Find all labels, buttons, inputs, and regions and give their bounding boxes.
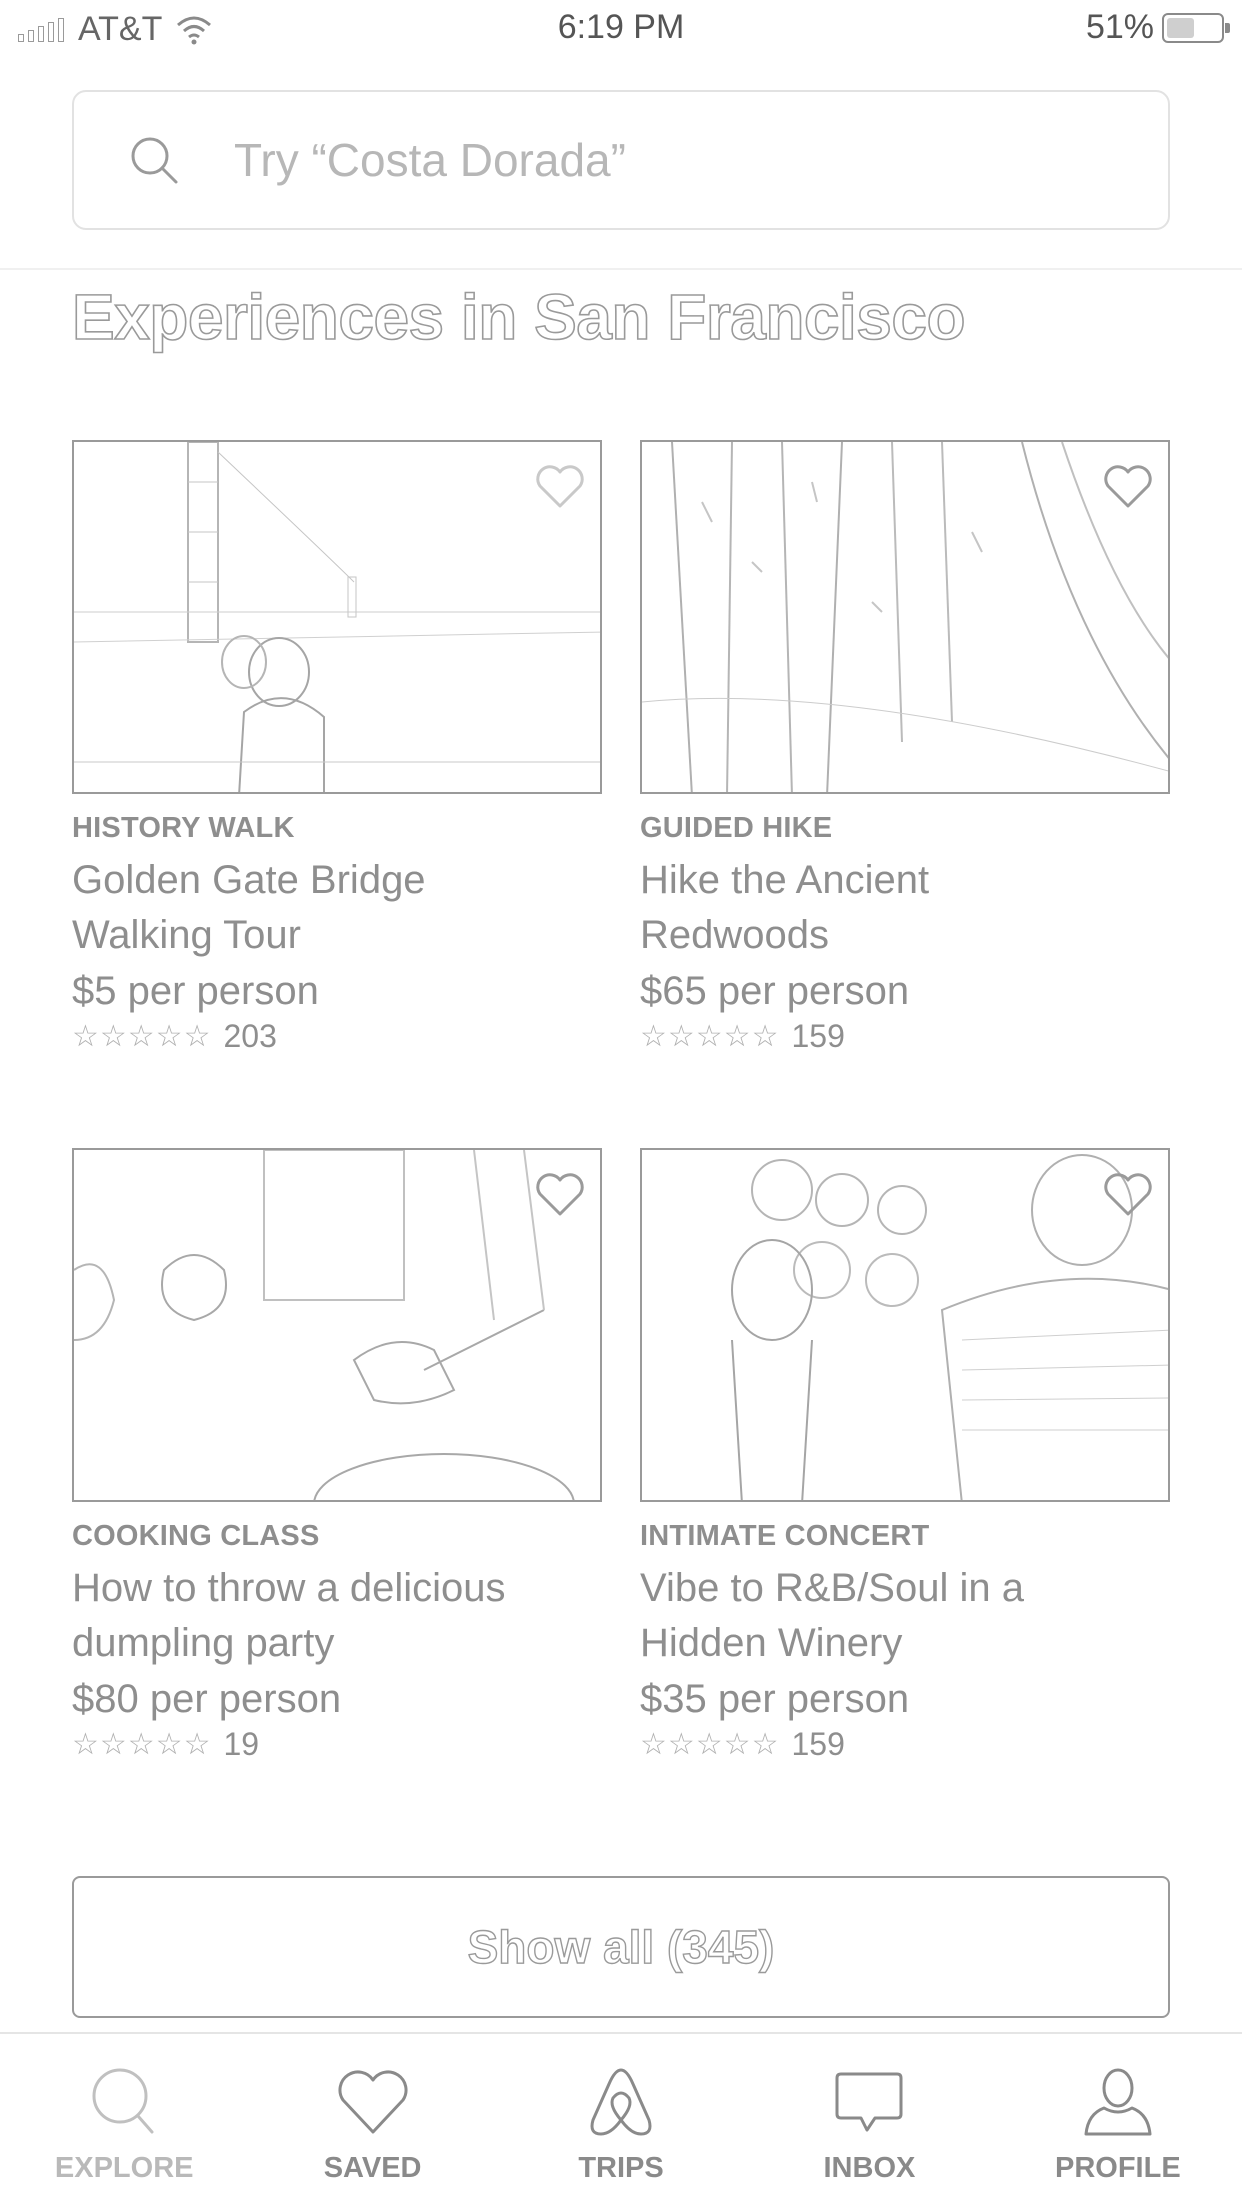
experience-rating: ☆☆☆☆☆ 19 (72, 1726, 602, 1763)
heart-icon (338, 2070, 408, 2134)
experience-title[interactable]: How to throw a delicious dumpling party (72, 1561, 602, 1671)
status-time: 6:19 PM (557, 8, 685, 46)
status-bar: AT&T 6:19 PM 51% (0, 0, 1242, 58)
experience-title-line: dumpling party (72, 1621, 335, 1665)
experience-rating: ☆☆☆☆☆ 159 (640, 1018, 1170, 1055)
chat-bubble-icon (835, 2072, 903, 2132)
experience-title-line: Walking Tour (72, 913, 301, 957)
tab-explore[interactable]: EXPLORE (0, 2034, 248, 2208)
experience-rating: ☆☆☆☆☆ 203 (72, 1018, 602, 1055)
section-title: Experiences in San Francisco (71, 280, 966, 354)
experience-photo-winery-concert[interactable] (640, 1148, 1170, 1502)
experience-price: $65 per person (640, 969, 910, 1013)
review-count: 19 (223, 1726, 260, 1762)
tab-label: EXPLORE (54, 2152, 194, 2184)
dumpling-cooking-image (74, 1150, 575, 1500)
experience-card[interactable]: COOKING CLASS How to throw a delicious d… (72, 1148, 602, 1763)
review-count: 203 (223, 1018, 277, 1054)
search-icon (131, 137, 178, 184)
tab-saved[interactable]: SAVED (248, 2034, 496, 2208)
experience-title-line: Vibe to R&B/Soul in a (640, 1566, 1024, 1610)
bottom-tab-bar: EXPLORE SAVED TRIPS INBOX PROFILE (0, 2032, 1242, 2208)
tab-label: SAVED (323, 2152, 422, 2184)
experience-photo-dumplings[interactable] (72, 1148, 602, 1502)
star-rating-icon: ☆☆☆☆☆ (72, 1020, 212, 1053)
experience-title[interactable]: Golden Gate Bridge Walking Tour (72, 853, 602, 963)
heart-icon[interactable] (1102, 1170, 1154, 1218)
battery-level-fill (1167, 17, 1194, 38)
experience-category: GUIDED HIKE (640, 812, 833, 844)
winery-concert-image (731, 1154, 1168, 1500)
battery-icon (1162, 12, 1230, 43)
experience-price: $5 per person (72, 969, 319, 1013)
search-bar[interactable] (72, 90, 1170, 230)
experience-title-line: Golden Gate Bridge (72, 858, 426, 902)
review-count: 159 (791, 1018, 845, 1054)
experience-card[interactable]: GUIDED HIKE Hike the Ancient Redwoods $6… (640, 440, 1170, 1055)
airbnb-logo-icon (590, 2068, 652, 2136)
heart-icon[interactable] (534, 1170, 586, 1218)
show-all-button[interactable]: Show all (345) (72, 1876, 1170, 2018)
experience-price: $80 per person (72, 1677, 342, 1721)
experience-category: HISTORY WALK (72, 812, 295, 844)
heart-icon[interactable] (534, 462, 586, 510)
star-rating-icon: ☆☆☆☆☆ (640, 1020, 780, 1053)
header-divider (0, 268, 1242, 270)
experience-title[interactable]: Hike the Ancient Redwoods (640, 853, 1170, 963)
star-rating-icon: ☆☆☆☆☆ (640, 1728, 780, 1761)
star-rating-icon: ☆☆☆☆☆ (72, 1728, 212, 1761)
experience-category: INTIMATE CONCERT (640, 1520, 930, 1552)
status-right: 51% (1085, 8, 1230, 47)
battery-percentage: 51% (1085, 8, 1154, 46)
tab-label: INBOX (823, 2152, 916, 2184)
heart-icon[interactable] (1102, 462, 1154, 510)
tab-label: PROFILE (1054, 2152, 1181, 2184)
tab-inbox[interactable]: INBOX (745, 2034, 993, 2208)
experience-card[interactable]: INTIMATE CONCERT Vibe to R&B/Soul in a H… (640, 1148, 1170, 1763)
experience-title-line: Hike the Ancient (640, 858, 930, 902)
experience-rating: ☆☆☆☆☆ 159 (640, 1726, 1170, 1763)
experience-category: COOKING CLASS (72, 1520, 320, 1552)
person-icon (1084, 2068, 1152, 2136)
experience-title-line: Hidden Winery (640, 1621, 903, 1665)
review-count: 159 (791, 1726, 845, 1762)
experience-title-line: Redwoods (640, 913, 830, 957)
search-input[interactable] (232, 132, 1036, 188)
experience-title-line: How to throw a delicious (72, 1566, 506, 1610)
experience-price: $35 per person (640, 1677, 910, 1721)
tab-profile[interactable]: PROFILE (994, 2034, 1242, 2208)
experience-title[interactable]: Vibe to R&B/Soul in a Hidden Winery (640, 1561, 1170, 1671)
redwood-forest-image (642, 442, 1168, 792)
experience-photo-redwoods[interactable] (640, 440, 1170, 794)
experience-card[interactable]: HISTORY WALK Golden Gate Bridge Walking … (72, 440, 602, 1055)
app-screen: AT&T 6:19 PM 51% Experiences in San Fran… (0, 0, 1242, 2208)
tab-label: TRIPS (578, 2152, 664, 2184)
search-icon (92, 2068, 154, 2134)
golden-gate-bridge-image (74, 442, 600, 792)
tab-trips[interactable]: TRIPS (497, 2034, 745, 2208)
experience-photo-golden-gate[interactable] (72, 440, 602, 794)
